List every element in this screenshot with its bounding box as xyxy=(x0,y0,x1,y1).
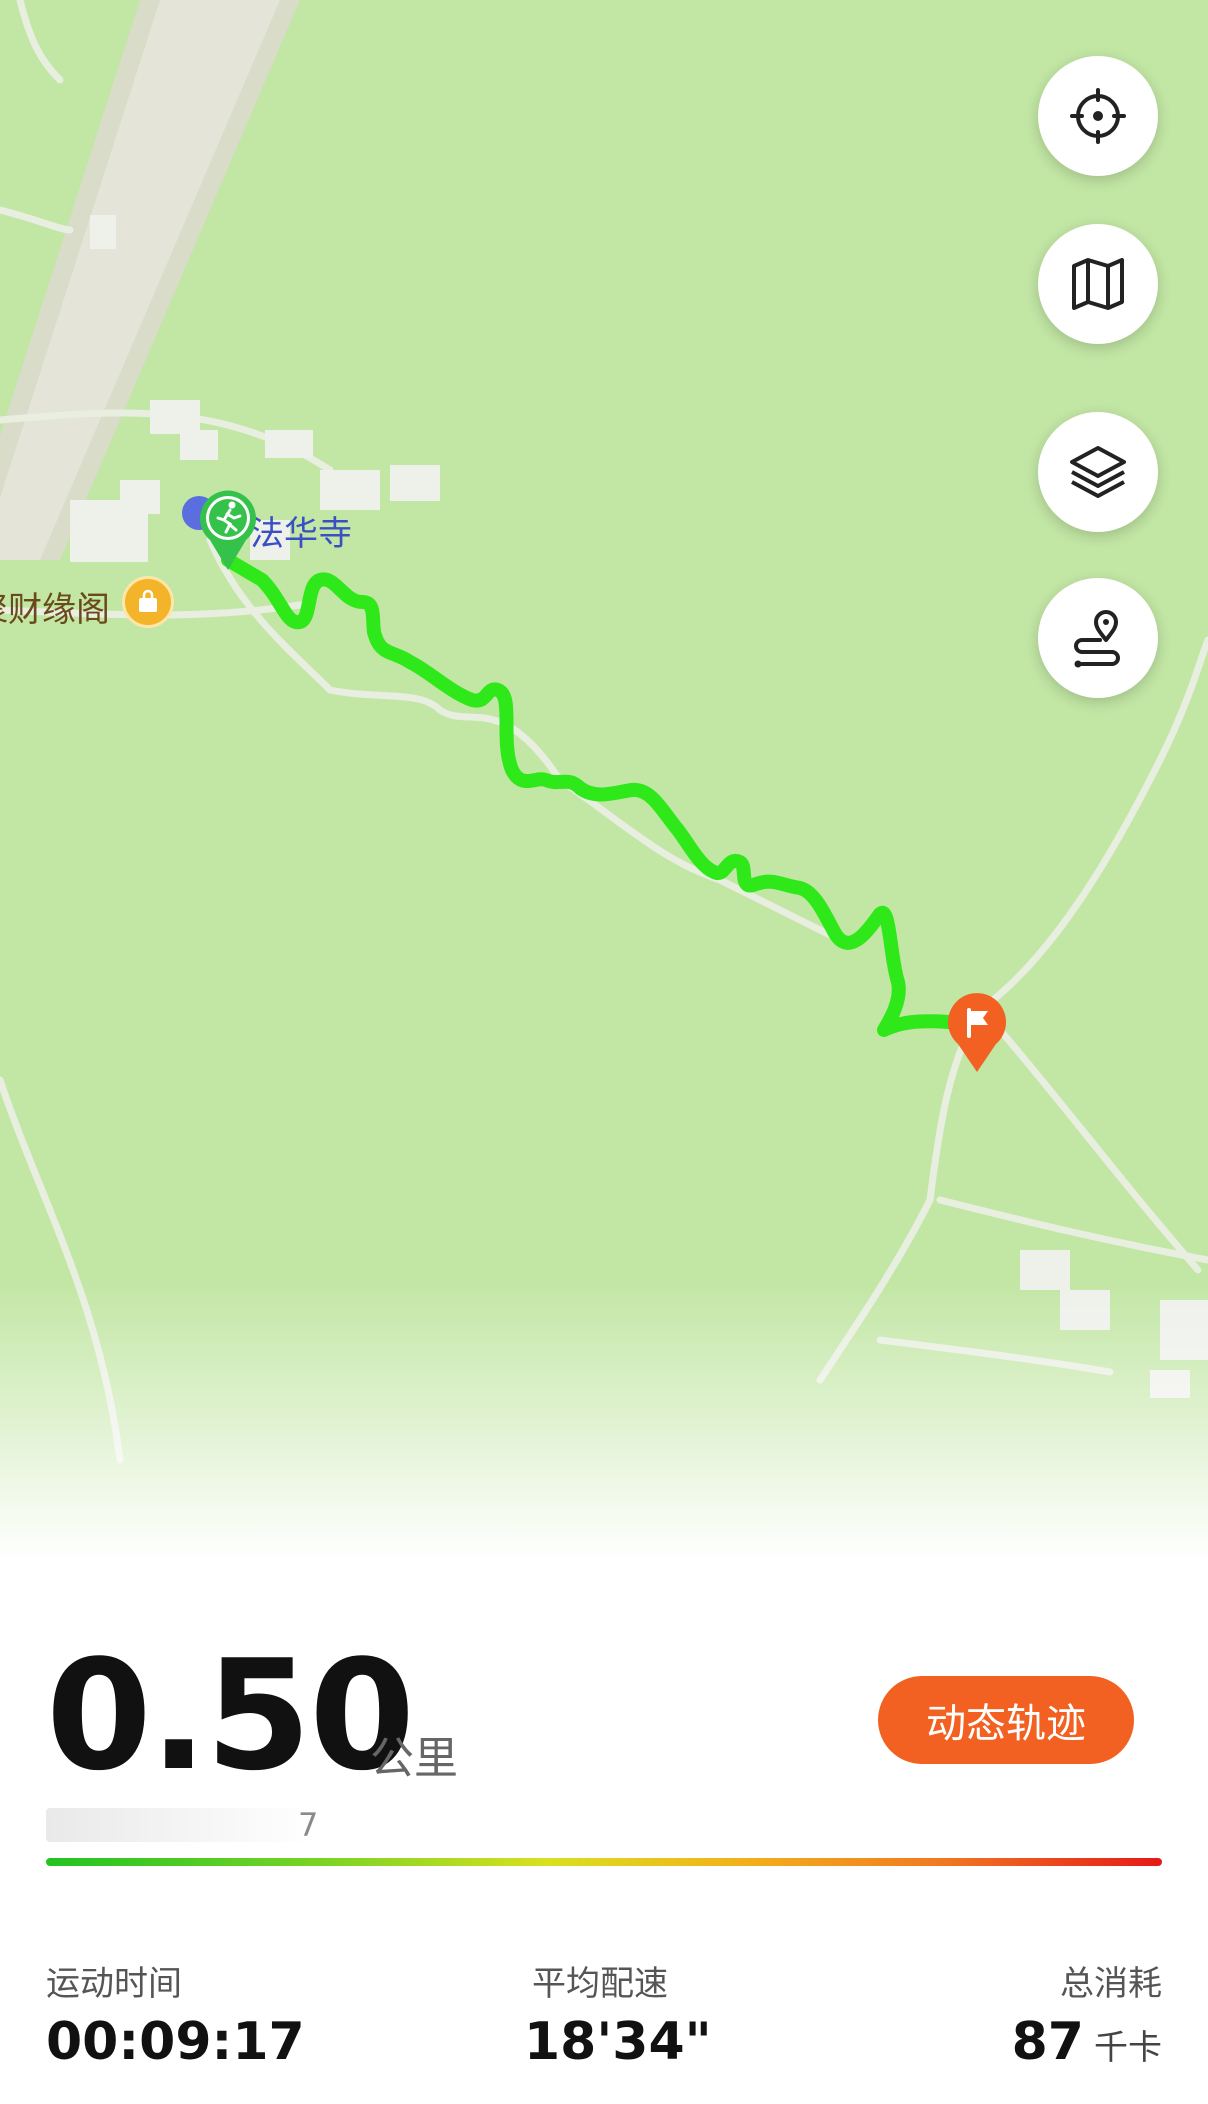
route-pin-icon xyxy=(1074,610,1120,668)
map-type-button[interactable] xyxy=(1038,224,1158,344)
runner-start-icon[interactable] xyxy=(196,488,260,572)
layers-icon xyxy=(1070,446,1126,498)
dynamic-track-button[interactable]: 动态轨迹 xyxy=(878,1676,1134,1764)
map-fold-icon xyxy=(1072,258,1124,310)
locate-crosshair-icon xyxy=(1070,88,1126,144)
distance-unit: 公里 xyxy=(370,1733,458,1784)
pace-label: 平均配速 xyxy=(532,1964,668,2004)
distance-value: 0.50 xyxy=(46,1627,415,1804)
poi-temple-label[interactable]: 法华寺 xyxy=(250,506,352,555)
finish-flag-icon[interactable] xyxy=(944,992,1010,1074)
time-label: 运动时间 xyxy=(46,1964,182,2004)
layers-button[interactable] xyxy=(1038,412,1158,532)
obscured-text-suffix: 7 xyxy=(298,1806,319,1844)
pace-color-scale xyxy=(46,1858,1162,1866)
map-canvas[interactable] xyxy=(0,0,1208,1560)
time-value: 00:09:17 xyxy=(46,2012,305,2072)
map-view[interactable]: 法华寺 聚财缘阁 xyxy=(0,0,1208,1560)
calories-label: 总消耗 xyxy=(1060,1964,1162,2004)
calories-value: 87 xyxy=(1011,2012,1084,2072)
calories-block: 87 千卡 xyxy=(1012,2012,1162,2072)
poi-shop-label[interactable]: 聚财缘阁 xyxy=(0,582,110,631)
calories-unit: 千卡 xyxy=(1094,2028,1162,2068)
pace-value: 18'34" xyxy=(524,2012,712,2072)
shopping-bag-icon[interactable] xyxy=(122,576,174,628)
obscured-text xyxy=(46,1808,316,1842)
route-button[interactable] xyxy=(1038,578,1158,698)
locate-button[interactable] xyxy=(1038,56,1158,176)
